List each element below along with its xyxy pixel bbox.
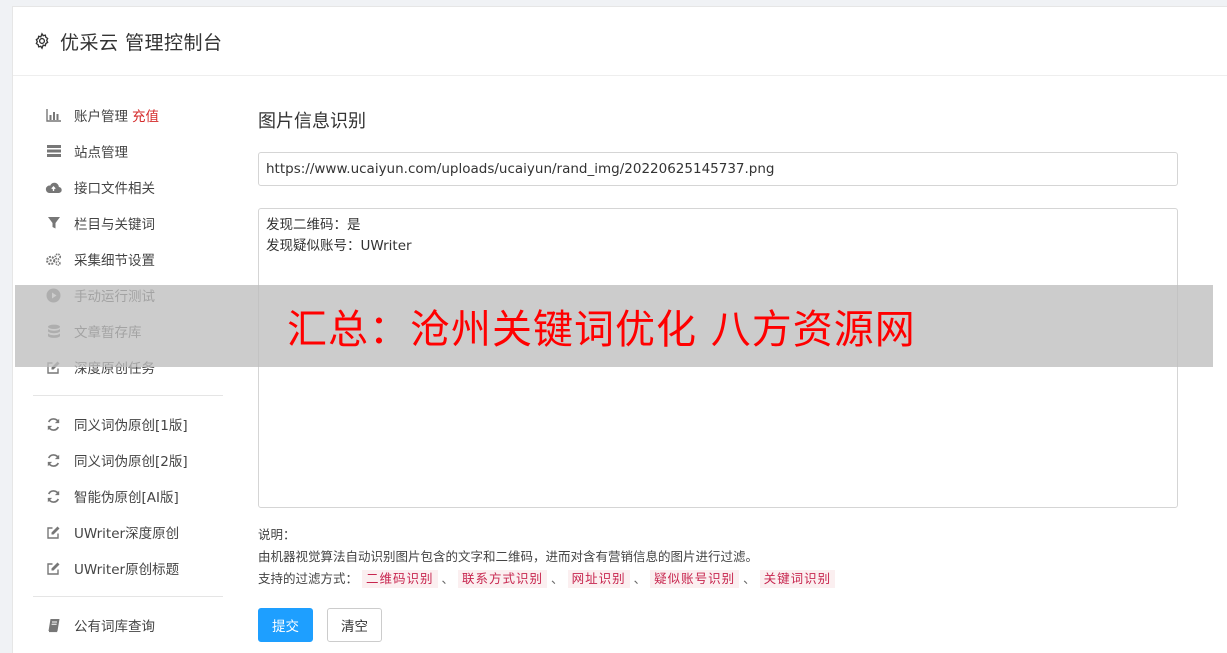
sidebar-item[interactable]: 账户管理 充值 [33,97,223,133]
notes-section: 说明： 由机器视觉算法自动识别图片包含的文字和二维码，进而对含有营销信息的图片进… [258,524,1178,590]
sidebar-item-label: UWriter原创标题 [74,562,180,578]
sidebar-item-label: 公有词库查询 [74,619,155,635]
action-buttons: 提交 清空 [258,608,1178,642]
gear-icon [33,32,51,50]
cloud-upload-icon [45,179,62,196]
filter-chip: 网址识别 [567,570,630,588]
sidebar-nav: 账户管理充值站点管理接口文件相关栏目与关键词采集细节设置手动运行测试文章暂存库深… [33,97,223,643]
bar-chart-icon [45,107,62,124]
book-icon [45,617,62,634]
edit-icon [45,524,62,541]
sidebar-item[interactable]: UWriter原创标题 [33,550,223,586]
page-header: 优采云 管理控制台 [13,7,1227,76]
sidebar-item[interactable]: 智能伪原创[AI版] [33,478,223,514]
watermark-banner: 汇总：沧州关键词优化 八方资源网 [15,285,1213,367]
sidebar-item-label: UWriter深度原创 [74,526,180,542]
notes-title: 说明： [258,527,296,542]
sidebar-divider [33,596,223,597]
gears-icon [45,251,62,268]
clear-button[interactable]: 清空 [327,608,382,642]
filter-chip: 关键词识别 [759,570,836,588]
refresh-icon [45,416,62,433]
filter-separator: 、 [743,571,756,586]
filter-separator: 、 [633,571,647,586]
edit-icon [45,560,62,577]
sidebar-item-label: 同义词伪原创[2版] [74,454,188,470]
sidebar-item[interactable]: 公有词库查询 [33,607,223,643]
filter-separator: 、 [551,571,564,586]
filter-icon [45,215,62,232]
sidebar-item-label: 账户管理 [74,109,128,125]
sidebar-item[interactable]: 同义词伪原创[1版] [33,406,223,442]
filter-separator: 、 [441,571,455,586]
watermark-text: 汇总：沧州关键词优化 八方资源网 [287,307,916,353]
sidebar-item[interactable]: 栏目与关键词 [33,205,223,241]
submit-button[interactable]: 提交 [258,608,313,642]
sidebar-divider [33,395,223,396]
sidebar-item-label: 站点管理 [74,145,128,161]
refresh-icon [45,452,62,469]
sidebar-item-label: 接口文件相关 [74,181,155,197]
refresh-icon [45,488,62,505]
sidebar-item-label: 智能伪原创[AI版] [74,490,179,506]
server-icon [45,143,62,160]
notes-description: 由机器视觉算法自动识别图片包含的文字和二维码，进而对含有营销信息的图片进行过滤。 [258,549,759,564]
sidebar-item[interactable]: 采集细节设置 [33,241,223,277]
sidebar-item-label: 栏目与关键词 [74,217,155,233]
sidebar-item[interactable]: 站点管理 [33,133,223,169]
recharge-link[interactable]: 充值 [132,105,159,125]
filter-methods: 支持的过滤方式： 二维码识别、联系方式识别、网址识别、疑似账号识别、关键词识别 [258,568,1178,590]
main-panel: 图片信息识别 说明： 由机器视觉算法自动识别图片包含的文字和二维码，进而对含有营… [258,107,1178,642]
sidebar-item[interactable]: UWriter深度原创 [33,514,223,550]
sidebar-item[interactable]: 同义词伪原创[2版] [33,442,223,478]
filter-chip: 联系方式识别 [458,570,548,588]
filter-chip: 二维码识别 [362,570,438,588]
page-title: 优采云 管理控制台 [60,31,223,54]
filter-chip: 疑似账号识别 [650,570,740,588]
image-url-input[interactable] [258,152,1178,186]
filters-label: 支持的过滤方式： [258,571,359,586]
sidebar-item-label: 同义词伪原创[1版] [74,418,188,434]
section-title: 图片信息识别 [258,111,366,132]
sidebar-item[interactable]: 接口文件相关 [33,169,223,205]
sidebar-item-label: 采集细节设置 [74,253,155,269]
